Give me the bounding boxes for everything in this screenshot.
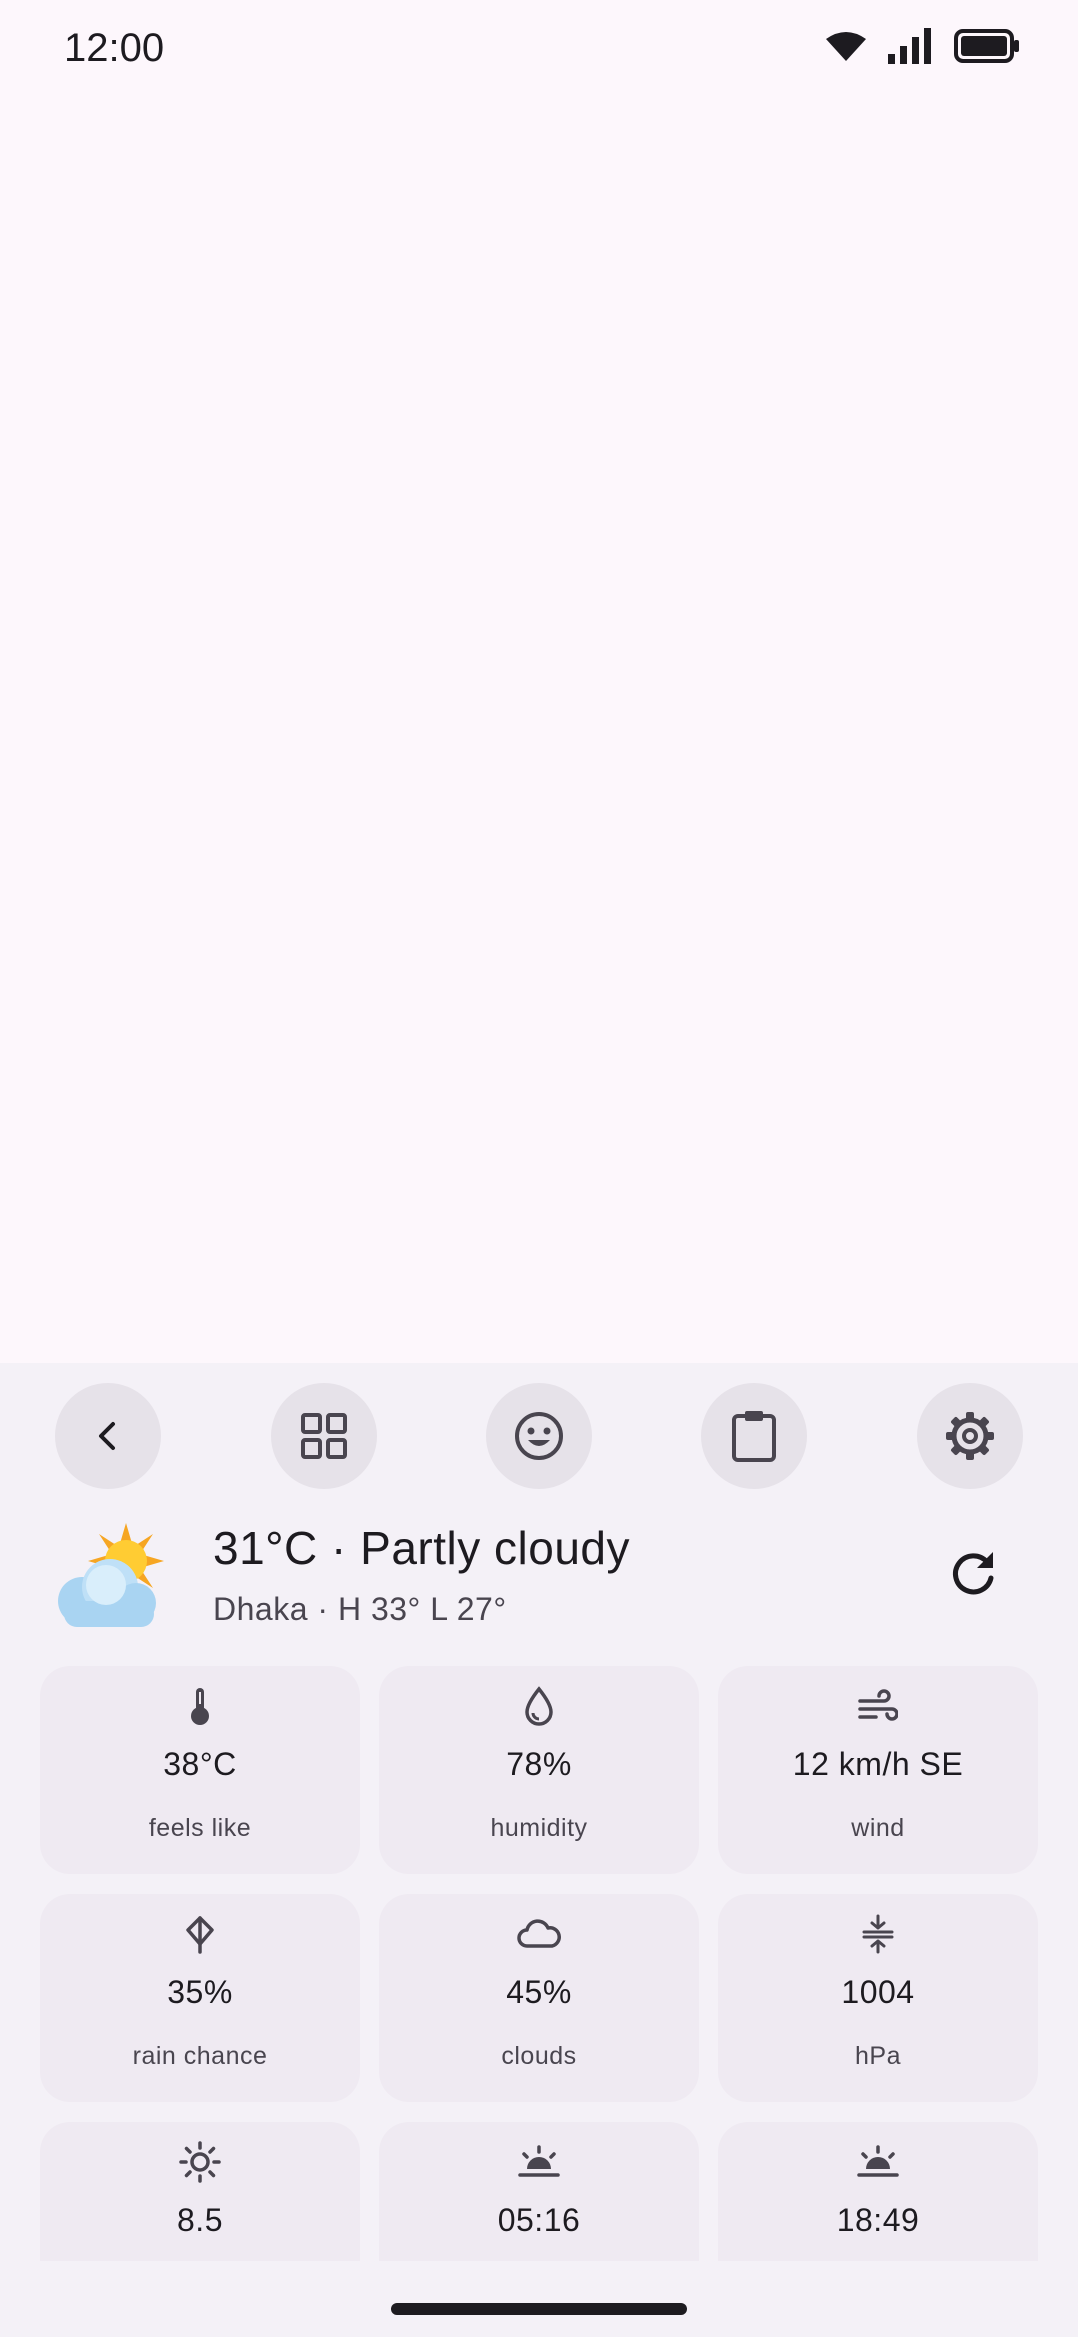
pressure-icon bbox=[862, 1914, 894, 1954]
tile-value: 18:49 bbox=[836, 2202, 920, 2238]
tiles-viewport[interactable]: 38°C feels like 78% humidity 12 km/h SE … bbox=[0, 1363, 1078, 2261]
sun-icon bbox=[179, 2141, 221, 2183]
tile-wind: 12 km/h SE wind bbox=[718, 1666, 1038, 1874]
tile-humidity: 78% humidity bbox=[379, 1666, 699, 1874]
sunset-icon bbox=[857, 2145, 899, 2177]
tile-uv-index: 8.5 bbox=[40, 2122, 360, 2261]
wind-icon bbox=[858, 1689, 898, 1721]
tile-label: hPa bbox=[855, 2042, 901, 2070]
wifi-icon bbox=[826, 32, 866, 61]
tile-rain-chance: 35% rain chance bbox=[40, 1894, 360, 2102]
tile-sunset: 18:49 bbox=[718, 2122, 1038, 2261]
tile-value: 38°C bbox=[163, 1746, 237, 1782]
home-indicator[interactable] bbox=[391, 2303, 687, 2315]
sunrise-icon bbox=[518, 2145, 560, 2177]
status-time: 12:00 bbox=[64, 26, 165, 70]
tile-label: wind bbox=[851, 1814, 905, 1842]
tile-label: rain chance bbox=[132, 2042, 268, 2070]
battery-icon bbox=[954, 29, 1019, 63]
tile-sunrise: 05:16 bbox=[379, 2122, 699, 2261]
umbrella-icon bbox=[186, 1916, 214, 1954]
tile-clouds: 45% clouds bbox=[379, 1894, 699, 2102]
screen: 12:00 31°C · Partly cloudy Dhaka · H 33°… bbox=[0, 0, 1078, 2337]
tile-value: 8.5 bbox=[177, 2202, 223, 2238]
tile-pressure: 1004 hPa bbox=[718, 1894, 1038, 2102]
tile-label: feels like bbox=[148, 1814, 252, 1842]
status-icons bbox=[826, 28, 1020, 64]
water-drop-icon bbox=[525, 1686, 553, 1726]
tile-value: 78% bbox=[506, 1746, 572, 1782]
status-bar: 12:00 bbox=[0, 0, 1078, 96]
thermometer-icon bbox=[191, 1688, 209, 1725]
tile-label: humidity bbox=[490, 1814, 588, 1842]
signal-icon bbox=[888, 28, 931, 64]
tile-value: 35% bbox=[167, 1974, 233, 2010]
tile-feels-like: 38°C feels like bbox=[40, 1666, 360, 1874]
tile-value: 05:16 bbox=[497, 2202, 581, 2238]
tile-value: 12 km/h SE bbox=[792, 1746, 964, 1782]
tile-label: clouds bbox=[501, 2042, 577, 2070]
tile-value: 1004 bbox=[841, 1974, 915, 2010]
tile-value: 45% bbox=[506, 1974, 572, 2010]
cloud-icon bbox=[517, 1919, 561, 1948]
